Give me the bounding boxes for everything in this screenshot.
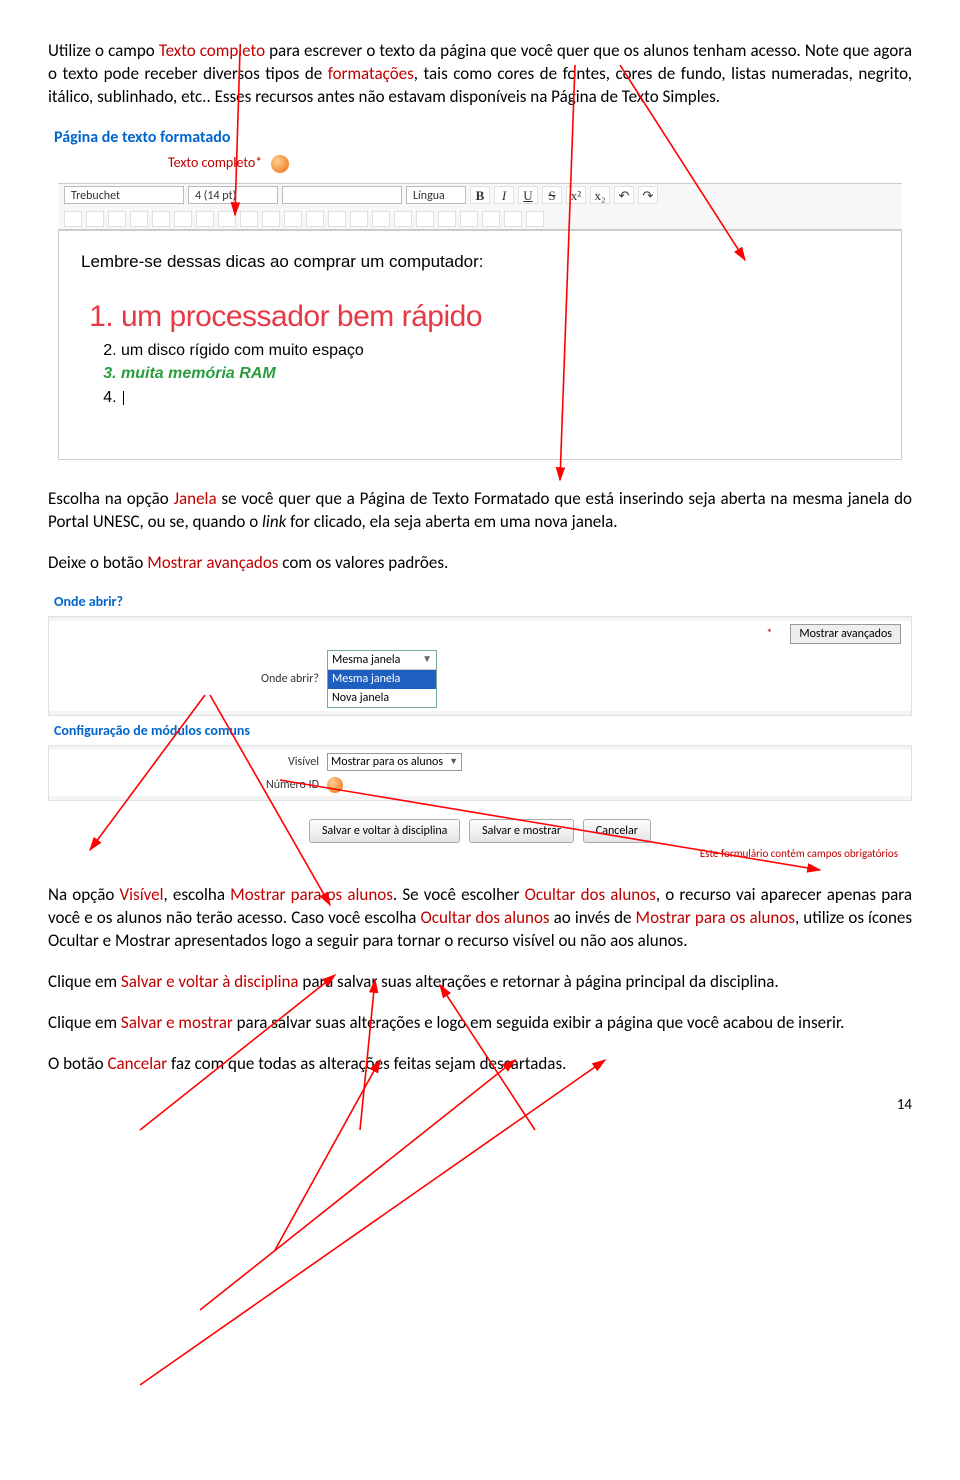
cancelar-button[interactable]: Cancelar [583, 819, 651, 843]
onde-abrir-dropdown[interactable]: Mesma janela▼ Mesma janela Nova janela [327, 650, 437, 708]
intro-paragraph: Utilize o campo Texto completo para escr… [48, 40, 912, 109]
form-buttons: Salvar e voltar à disciplina Salvar e mo… [48, 819, 912, 843]
editor-prompt: Lembre-se dessas dicas ao comprar um com… [81, 251, 879, 274]
required-note: Este formulário contém campos obrigatóri… [48, 847, 898, 862]
image-icon[interactable] [394, 211, 412, 227]
char-icon[interactable] [460, 211, 478, 227]
html-icon[interactable] [504, 211, 522, 227]
dropdown-option-nova[interactable]: Nova janela [328, 689, 436, 707]
required-star: * [766, 626, 772, 642]
sup-button[interactable]: x² [566, 186, 586, 204]
editor-toolbar: Trebuchet 4 (14 pt) Língua B I U S x² x₂… [58, 183, 902, 230]
list-num-icon[interactable] [196, 211, 214, 227]
salvar-voltar-paragraph: Clique em Salvar e voltar à disciplina p… [48, 971, 912, 994]
list-item-2: um disco rígido com muito espaço [121, 339, 879, 363]
bgcolor-icon[interactable] [306, 211, 324, 227]
janela-paragraph: Escolha na opção Janela se você quer que… [48, 488, 912, 534]
visivel-label: Visível [59, 754, 319, 770]
dropdown-option-mesma[interactable]: Mesma janela [328, 670, 436, 688]
font-select[interactable]: Trebuchet [64, 186, 184, 204]
onde-abrir-label: Onde abrir? [59, 671, 319, 687]
page-number: 14 [897, 1095, 912, 1115]
cancelar-paragraph: O botão Cancelar faz com que todas as al… [48, 1053, 912, 1076]
visivel-select[interactable]: Mostrar para os alunos ▼ [327, 753, 462, 771]
textcolor-icon[interactable] [284, 211, 302, 227]
config-modulos-heading: Configuração de módulos comuns [54, 722, 912, 741]
list-item-1: um processador bem rápido [121, 296, 879, 339]
ltr-icon[interactable] [152, 211, 170, 227]
unlink-icon[interactable] [372, 211, 390, 227]
redo-button[interactable]: ↷ [638, 186, 658, 204]
list-bul-icon[interactable] [218, 211, 236, 227]
search-icon[interactable] [482, 211, 500, 227]
indent-icon[interactable] [262, 211, 280, 227]
visivel-paragraph: Na opção Visível, escolha Mostrar para o… [48, 884, 912, 953]
editor-field-label: Texto completo* [168, 154, 912, 173]
style-select[interactable] [282, 186, 402, 204]
avancados-paragraph: Deixe o botão Mostrar avançados com os v… [48, 552, 912, 575]
list-item-4 [121, 386, 879, 410]
settings-screenshot: Onde abrir? * Mostrar avançados Onde abr… [48, 593, 912, 862]
salvar-voltar-button[interactable]: Salvar e voltar à disciplina [309, 819, 460, 843]
sub-button[interactable]: x₂ [590, 186, 610, 204]
salvar-mostrar-button[interactable]: Salvar e mostrar [469, 819, 574, 843]
link-icon[interactable] [350, 211, 368, 227]
numero-id-label: Número ID [59, 777, 319, 793]
chevron-down-icon: ▼ [449, 756, 458, 768]
smiley-icon[interactable] [438, 211, 456, 227]
underline-button[interactable]: U [518, 186, 538, 204]
table-icon[interactable] [416, 211, 434, 227]
strike-button[interactable]: S [542, 186, 562, 204]
help-icon[interactable] [327, 777, 343, 793]
onde-abrir-heading: Onde abrir? [54, 593, 912, 612]
undo-button[interactable]: ↶ [614, 186, 634, 204]
outdent-icon[interactable] [240, 211, 258, 227]
editor-screenshot: Página de texto formatado Texto completo… [48, 127, 912, 460]
ref-formatacoes: formatações [328, 63, 414, 84]
align-left-icon[interactable] [64, 211, 82, 227]
help-icon[interactable] [271, 155, 289, 173]
italic-button[interactable]: I [494, 186, 514, 204]
align-center-icon[interactable] [86, 211, 104, 227]
mostrar-avancados-button[interactable]: Mostrar avançados [790, 624, 901, 644]
ref-texto-completo: Texto completo [159, 40, 265, 61]
size-select[interactable]: 4 (14 pt) [188, 186, 278, 204]
chevron-down-icon: ▼ [422, 652, 432, 668]
bold-button[interactable]: B [470, 186, 490, 204]
lang-select[interactable]: Língua [406, 186, 466, 204]
editor-content[interactable]: Lembre-se dessas dicas ao comprar um com… [58, 230, 902, 460]
align-right-icon[interactable] [108, 211, 126, 227]
list-item-3: muita memória RAM [121, 362, 879, 386]
rtl-icon[interactable] [174, 211, 192, 227]
align-justify-icon[interactable] [130, 211, 148, 227]
fullscreen-icon[interactable] [526, 211, 544, 227]
ref-mostrar-avancados: Mostrar avançados [147, 552, 278, 573]
ref-janela: Janela [174, 488, 217, 509]
editor-section-title: Página de texto formatado [54, 127, 912, 149]
salvar-mostrar-paragraph: Clique em Salvar e mostrar para salvar s… [48, 1012, 912, 1035]
hr-icon[interactable] [328, 211, 346, 227]
